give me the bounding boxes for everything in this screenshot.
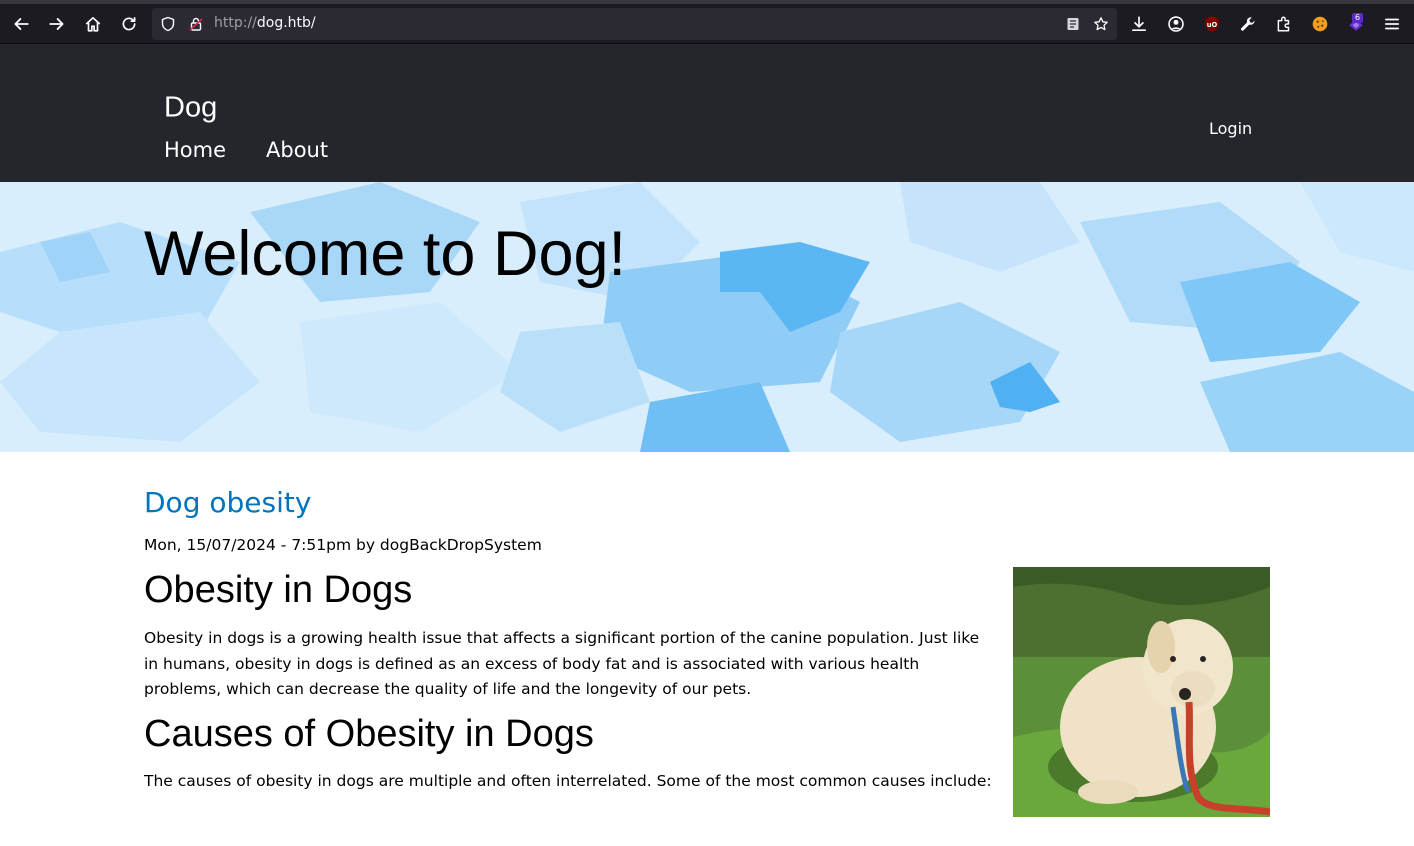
ublock-origin-icon: uO [1205,16,1219,32]
forward-button[interactable] [44,11,70,37]
section-heading-obesity: Obesity in Dogs [144,569,413,611]
ublock-extension-button[interactable]: uO [1199,11,1225,37]
wrench-icon [1241,17,1255,31]
puzzle-icon [1277,16,1290,32]
downloads-button[interactable] [1126,11,1152,37]
home-icon [85,16,101,32]
site-logo[interactable]: Dog [164,92,217,125]
site-header: Dog Login Home About [0,44,1414,182]
login-link[interactable]: Login [1209,119,1252,138]
url-text[interactable]: http://dog.htb/ [214,15,316,31]
browser-toolbar: http://dog.htb/ uO 6 [0,4,1414,44]
wrench-extension-button[interactable] [1235,11,1261,37]
account-button[interactable] [1163,11,1189,37]
svg-text:uO: uO [1207,21,1218,29]
hero-title: Welcome to Dog! [144,219,627,289]
reload-button[interactable] [116,11,142,37]
back-button[interactable] [8,11,34,37]
app-menu-button[interactable] [1379,11,1405,37]
hamburger-menu-icon [1384,18,1400,30]
arrow-left-icon [14,18,29,30]
nav-about-link[interactable]: About [266,138,328,162]
bookmark-star-icon[interactable] [1092,15,1110,33]
reload-icon [122,16,136,31]
hero-banner: Welcome to Dog! [0,182,1414,452]
account-icon [1168,16,1184,32]
article-title-link[interactable]: Dog obesity [144,486,311,519]
main-nav: Home About [164,138,328,162]
download-icon [1131,16,1147,32]
insecure-lock-icon[interactable] [187,15,205,33]
dog-photo [1013,567,1270,817]
home-button[interactable] [80,11,106,37]
url-host: dog.htb/ [256,15,316,31]
section-paragraph-obesity: Obesity in dogs is a growing health issu… [144,629,980,698]
extensions-button[interactable] [1271,11,1297,37]
cookie-extension-button[interactable] [1307,11,1333,37]
arrow-right-icon [49,18,64,30]
extension-badge: 6 [1352,13,1364,23]
section-paragraph-causes: The causes of obesity in dogs are multip… [144,772,992,790]
reader-view-icon[interactable] [1064,15,1082,33]
article-title: Dog obesity [144,486,311,519]
article-meta: Mon, 15/07/2024 - 7:51pm by dogBackDropS… [144,536,542,554]
nav-home-link[interactable]: Home [164,138,226,162]
url-protocol: http:// [214,15,257,31]
shield-icon[interactable] [159,15,177,33]
cookie-icon [1312,16,1328,32]
section-heading-causes: Causes of Obesity in Dogs [144,713,594,755]
address-bar[interactable]: http://dog.htb/ [152,8,1117,40]
main-content: Dog obesity Mon, 15/07/2024 - 7:51pm by … [0,452,1414,846]
